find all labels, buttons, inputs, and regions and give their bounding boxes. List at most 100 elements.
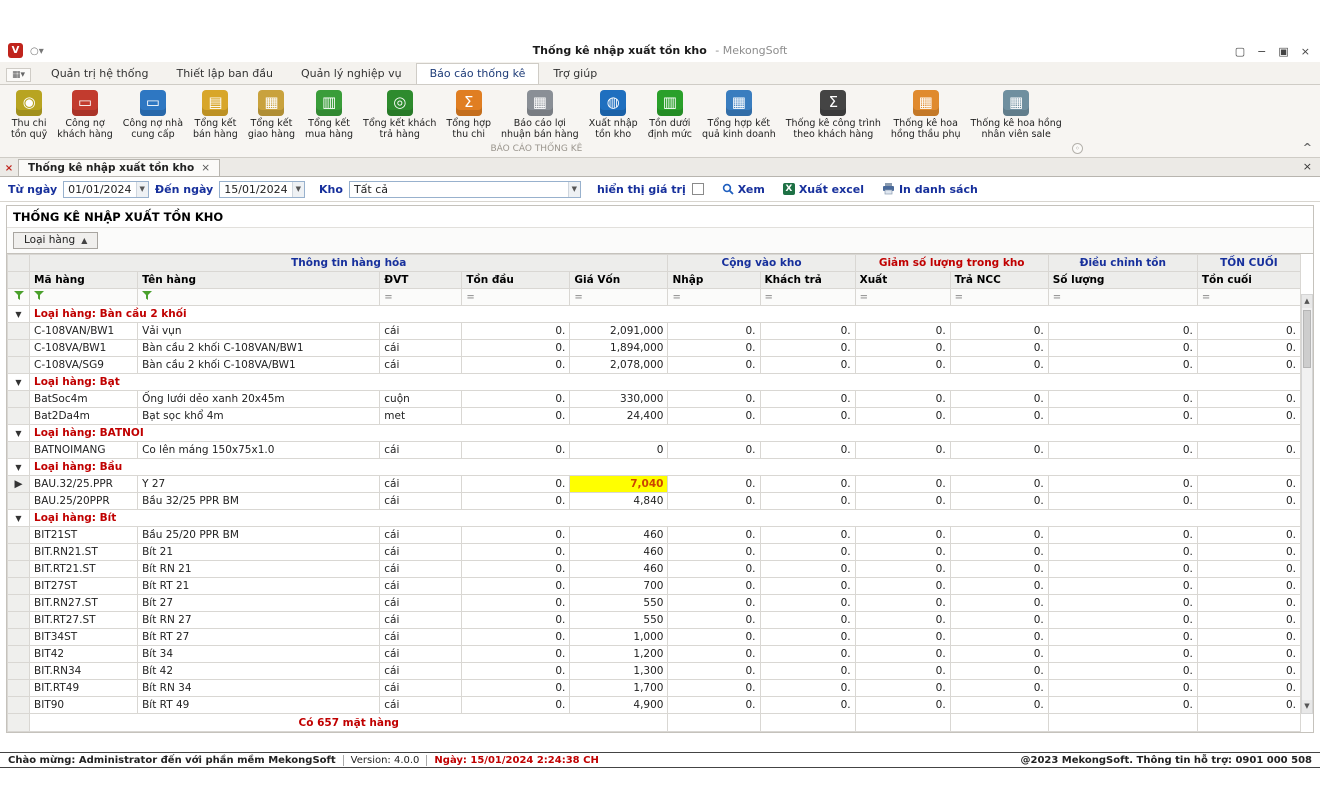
filter-cell[interactable]: = <box>462 289 570 306</box>
column-header[interactable]: Xuất <box>855 272 950 289</box>
column-header[interactable]: Tồn đầu <box>462 272 570 289</box>
tong-ket-mua-hang-button[interactable]: ▥Tổng kếtmua hàng <box>300 88 358 142</box>
equals-filter-icon[interactable]: = <box>384 292 392 303</box>
filter-cell[interactable]: = <box>760 289 855 306</box>
to-date-input[interactable]: 15/01/2024 ▼ <box>219 181 305 198</box>
column-header[interactable]: Mã hàng <box>30 272 138 289</box>
document-area-close-icon[interactable]: × <box>1303 160 1312 173</box>
filter-funnel-icon[interactable] <box>34 291 44 300</box>
ribbon-tab-tro-giup[interactable]: Trợ giúp <box>539 63 611 84</box>
filter-funnel-icon[interactable] <box>142 291 152 300</box>
table-row[interactable]: BIT21STBầu 25/20 PPR BMcái0.4600.0.0.0.0… <box>8 527 1301 544</box>
filter-cell[interactable]: = <box>570 289 668 306</box>
group-row[interactable]: ▼Loại hàng: Bạt <box>8 374 1301 391</box>
table-row[interactable]: BIT34STBít RT 27cái0.1,0000.0.0.0.0.0. <box>8 629 1301 646</box>
column-header[interactable]: Giá Vốn <box>570 272 668 289</box>
ton-duoi-dinh-muc-button[interactable]: ▥Tồn dướiđịnh mức <box>643 88 697 142</box>
table-row[interactable]: BIT.RN34Bít 42cái0.1,3000.0.0.0.0.0. <box>8 663 1301 680</box>
table-row[interactable]: BIT.RN27.STBít 27cái0.5500.0.0.0.0.0. <box>8 595 1301 612</box>
collapse-triangle-icon[interactable]: ▼ <box>15 310 21 319</box>
close-all-documents-icon[interactable]: × <box>0 163 18 174</box>
group-row[interactable]: ▼Loại hàng: BATNOI <box>8 425 1301 442</box>
cong-no-nha-cung-cap-button[interactable]: ▭Công nợ nhàcung cấp <box>118 88 188 142</box>
group-row[interactable]: ▼Loại hàng: Bàn cầu 2 khối <box>8 306 1301 323</box>
ribbon-tab-quan-tri-he-thong[interactable]: Quản trị hệ thống <box>37 63 162 84</box>
group-options-icon[interactable]: ◦ <box>1072 143 1083 154</box>
table-row[interactable]: Bat2Da4mBạt sọc khổ 4mmet0.24,4000.0.0.0… <box>8 408 1301 425</box>
table-row[interactable]: BIT90Bít RT 49cái0.4,9000.0.0.0.0.0. <box>8 697 1301 714</box>
ribbon-collapse-icon[interactable]: ^ <box>1303 141 1312 154</box>
scroll-up-icon[interactable]: ▲ <box>1302 295 1312 308</box>
group-expander[interactable]: ▼ <box>8 425 30 442</box>
collapse-triangle-icon[interactable]: ▼ <box>15 378 21 387</box>
tong-ket-giao-hang-button[interactable]: ▦Tổng kếtgiao hàng <box>243 88 300 142</box>
filter-cell[interactable]: = <box>855 289 950 306</box>
equals-filter-icon[interactable]: = <box>574 292 582 303</box>
thu-chi-ton-quy-button[interactable]: ◉Thu chitồn quỹ <box>6 88 52 142</box>
scrollbar-thumb[interactable] <box>1303 310 1311 368</box>
column-header[interactable]: Khách trả <box>760 272 855 289</box>
tong-ket-ban-hang-button[interactable]: ▤Tổng kếtbán hàng <box>188 88 243 142</box>
thong-ke-hoa-hong-thau-phu-button[interactable]: ▦Thống kê hoahồng thầu phụ <box>886 88 966 142</box>
ribbon-menu-button[interactable]: ▦▾ <box>6 68 31 82</box>
dropdown-arrow-icon[interactable]: ▼ <box>292 182 304 197</box>
equals-filter-icon[interactable]: = <box>672 292 680 303</box>
table-row[interactable]: BIT.RT21.STBít RN 21cái0.4600.0.0.0.0.0. <box>8 561 1301 578</box>
table-row[interactable]: BIT.RT49Bít RN 34cái0.1,7000.0.0.0.0.0. <box>8 680 1301 697</box>
ribbon-tab-bao-cao-thong-ke[interactable]: Báo cáo thống kê <box>416 63 540 84</box>
filter-cell[interactable] <box>30 289 138 306</box>
vertical-scrollbar[interactable]: ▲ ▼ <box>1301 294 1313 714</box>
group-expander[interactable]: ▼ <box>8 306 30 323</box>
column-header[interactable]: Tồn cuối <box>1197 272 1300 289</box>
filter-cell[interactable] <box>138 289 380 306</box>
table-row[interactable]: BIT27STBít RT 21cái0.7000.0.0.0.0.0. <box>8 578 1301 595</box>
table-row[interactable]: BATNOIMANGCo lên máng 150x75x1.0cái0.00.… <box>8 442 1301 459</box>
restore-icon[interactable]: ▣ <box>1278 45 1288 58</box>
dropdown-arrow-icon[interactable]: ▼ <box>568 182 580 197</box>
group-row[interactable]: ▼Loại hàng: Bít <box>8 510 1301 527</box>
tong-hop-thu-chi-button[interactable]: ΣTổng hợpthu chi <box>441 88 496 142</box>
table-row[interactable]: BIT.RT27.STBít RN 27cái0.5500.0.0.0.0.0. <box>8 612 1301 629</box>
document-tab[interactable]: Thống kê nhập xuất tồn kho × <box>18 159 220 176</box>
equals-filter-icon[interactable]: = <box>466 292 474 303</box>
xuat-nhap-ton-kho-button[interactable]: ◍Xuất nhậptồn kho <box>584 88 643 142</box>
table-row[interactable]: BIT42Bít 34cái0.1,2000.0.0.0.0.0. <box>8 646 1301 663</box>
scroll-down-icon[interactable]: ▼ <box>1302 700 1312 713</box>
tong-hop-ket-qua-kinh-doanh-button[interactable]: ▦Tổng hợp kếtquả kinh doanh <box>697 88 781 142</box>
column-header[interactable]: Tên hàng <box>138 272 380 289</box>
print-list-button[interactable]: In danh sách <box>882 183 978 196</box>
warehouse-combo[interactable]: Tất cả ▼ <box>349 181 581 198</box>
show-value-checkbox[interactable] <box>692 183 704 195</box>
equals-filter-icon[interactable]: = <box>1053 292 1061 303</box>
filter-funnel-icon[interactable] <box>14 291 24 300</box>
cong-no-khach-hang-button[interactable]: ▭Công nợkhách hàng <box>52 88 118 142</box>
group-row[interactable]: ▼Loại hàng: Bầu <box>8 459 1301 476</box>
column-header[interactable]: Trả NCC <box>950 272 1048 289</box>
table-row[interactable]: C-108VA/SG9Bàn cầu 2 khối C-108VA/BW1cái… <box>8 357 1301 374</box>
table-row[interactable]: ▶BAU.32/25.PPRY 27cái0.7,0400.0.0.0.0.0. <box>8 476 1301 493</box>
close-icon[interactable]: × <box>1301 45 1310 58</box>
fullscreen-icon[interactable]: ▢ <box>1235 45 1245 58</box>
collapse-triangle-icon[interactable]: ▼ <box>15 514 21 523</box>
equals-filter-icon[interactable]: = <box>955 292 963 303</box>
column-header[interactable]: ĐVT <box>380 272 462 289</box>
filter-cell[interactable]: = <box>950 289 1048 306</box>
tong-ket-khach-tra-hang-button[interactable]: ◎Tổng kết kháchtrả hàng <box>358 88 441 142</box>
equals-filter-icon[interactable]: = <box>765 292 773 303</box>
table-row[interactable]: C-108VA/BW1Bàn cầu 2 khối C-108VAN/BW1cá… <box>8 340 1301 357</box>
table-row[interactable]: C-108VAN/BW1Vải vụncái0.2,091,0000.0.0.0… <box>8 323 1301 340</box>
equals-filter-icon[interactable]: = <box>1202 292 1210 303</box>
filter-cell[interactable]: = <box>668 289 760 306</box>
filter-cell[interactable]: = <box>380 289 462 306</box>
table-row[interactable]: BIT.RN21.STBít 21cái0.4600.0.0.0.0.0. <box>8 544 1301 561</box>
from-date-input[interactable]: 01/01/2024 ▼ <box>63 181 149 198</box>
bao-cao-loi-nhuan-ban-hang-button[interactable]: ▦Báo cáo lợinhuận bán hàng <box>496 88 584 142</box>
document-tab-close-icon[interactable]: × <box>201 162 210 174</box>
view-button[interactable]: Xem <box>722 183 765 196</box>
group-expander[interactable]: ▼ <box>8 374 30 391</box>
thong-ke-hoa-hong-nhan-vien-sale-button[interactable]: ▦Thống kê hoa hồngnhân viên sale <box>966 88 1067 142</box>
group-by-chip[interactable]: Loại hàng ▲ <box>13 232 98 249</box>
collapse-triangle-icon[interactable]: ▼ <box>15 463 21 472</box>
export-excel-button[interactable]: X Xuất excel <box>783 183 864 196</box>
column-header[interactable]: Nhập <box>668 272 760 289</box>
